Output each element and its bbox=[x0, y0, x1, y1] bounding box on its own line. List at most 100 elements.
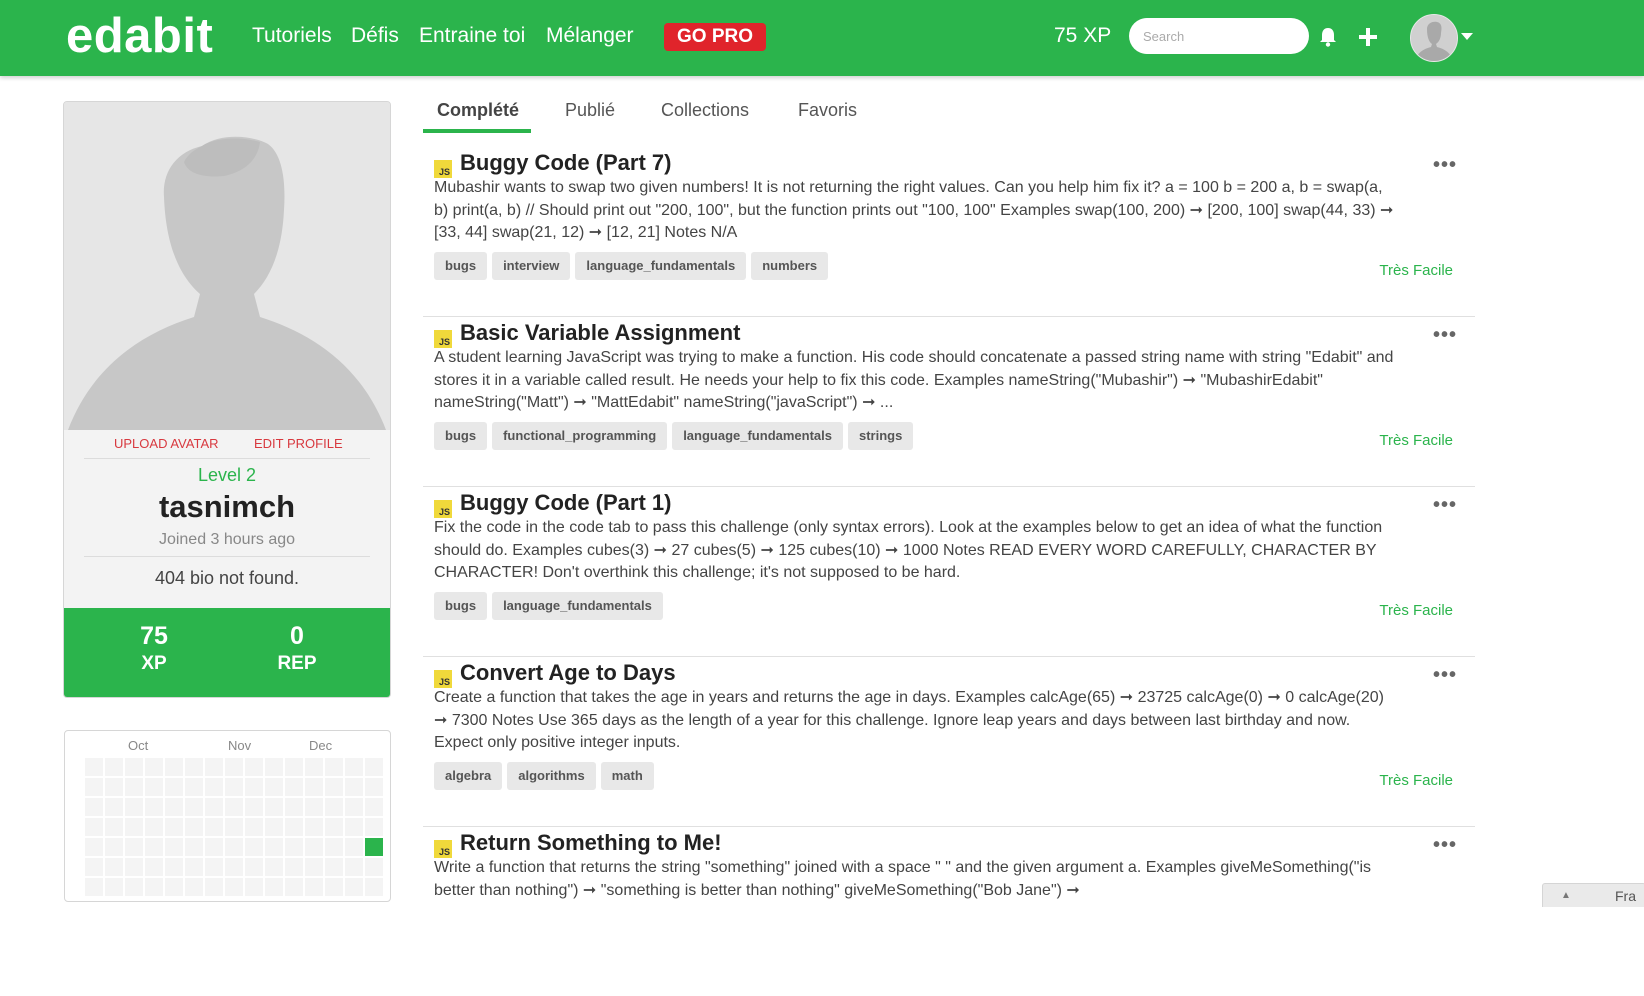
heatmap-cell bbox=[145, 858, 163, 876]
more-options-icon[interactable]: ••• bbox=[1433, 494, 1457, 517]
tag-list: algebra algorithms math bbox=[434, 762, 659, 790]
search-input[interactable] bbox=[1129, 18, 1309, 54]
heatmap-cell bbox=[185, 858, 203, 876]
more-options-icon[interactable]: ••• bbox=[1433, 834, 1457, 857]
tag[interactable]: algebra bbox=[434, 762, 503, 790]
heatmap-cell bbox=[265, 758, 283, 776]
difficulty-label: Très Facile bbox=[1379, 602, 1453, 619]
tag[interactable]: math bbox=[600, 762, 654, 790]
heatmap-cell bbox=[245, 838, 263, 856]
challenge-title[interactable]: Basic Variable Assignment bbox=[460, 320, 740, 346]
nav-link-melanger[interactable]: Mélanger bbox=[546, 24, 634, 48]
language-label: Fra bbox=[1615, 888, 1636, 904]
challenge-item[interactable]: JS Basic Variable Assignment ••• A student … bbox=[423, 318, 1475, 487]
heatmap-cell bbox=[145, 878, 163, 896]
heatmap-cell bbox=[225, 798, 243, 816]
heatmap-cell bbox=[325, 838, 343, 856]
bell-icon[interactable] bbox=[1315, 24, 1341, 50]
heatmap-cell bbox=[105, 758, 123, 776]
heatmap-cell bbox=[125, 878, 143, 896]
edit-profile-link[interactable]: EDIT PROFILE bbox=[254, 436, 343, 451]
navbar: edabit Tutoriels Défis Entraine toi Méla… bbox=[0, 0, 1644, 76]
heatmap-cell bbox=[325, 758, 343, 776]
heatmap-cell bbox=[165, 798, 183, 816]
challenge-description: Create a function that takes the age in … bbox=[434, 689, 1385, 751]
difficulty-label: Très Facile bbox=[1379, 432, 1453, 449]
heatmap-cell bbox=[85, 838, 103, 856]
heatmap-cell bbox=[105, 878, 123, 896]
go-pro-button[interactable]: GO PRO bbox=[664, 23, 766, 51]
tab-complete[interactable]: Complété bbox=[437, 100, 519, 121]
heatmap-cell bbox=[225, 858, 243, 876]
heatmap-cell bbox=[205, 858, 223, 876]
chevron-down-icon[interactable] bbox=[1461, 33, 1473, 40]
tag[interactable]: bugs bbox=[434, 252, 488, 280]
nav-link-tutoriels[interactable]: Tutoriels bbox=[252, 24, 332, 48]
heatmap-cell bbox=[345, 878, 363, 896]
nav-link-entraine-toi[interactable]: Entraine toi bbox=[419, 24, 525, 48]
tag[interactable]: language_fundamentals bbox=[492, 592, 663, 620]
heatmap-cell bbox=[125, 798, 143, 816]
challenge-item[interactable]: JS Convert Age to Days ••• Create a functio… bbox=[423, 658, 1475, 827]
javascript-icon: JS bbox=[434, 330, 452, 348]
heatmap-cell bbox=[165, 758, 183, 776]
more-options-icon[interactable]: ••• bbox=[1433, 154, 1457, 177]
language-button[interactable]: ▲ Fra bbox=[1542, 883, 1644, 907]
nav-link-defis[interactable]: Défis bbox=[351, 24, 399, 48]
heatmap-cell bbox=[185, 838, 203, 856]
heatmap-cell bbox=[325, 798, 343, 816]
tag[interactable]: numbers bbox=[751, 252, 829, 280]
xp-label: XP bbox=[141, 653, 167, 674]
tag[interactable]: interview bbox=[492, 252, 571, 280]
javascript-icon: JS bbox=[434, 840, 452, 858]
user-avatar[interactable] bbox=[1410, 14, 1458, 62]
tag[interactable]: algorithms bbox=[507, 762, 596, 790]
tag[interactable]: language_fundamentals bbox=[575, 252, 747, 280]
plus-icon[interactable] bbox=[1355, 24, 1381, 50]
tag[interactable]: strings bbox=[848, 422, 914, 450]
logo[interactable]: edabit bbox=[66, 8, 213, 64]
heatmap-cell bbox=[205, 778, 223, 796]
heatmap-cell bbox=[365, 758, 383, 776]
challenge-item[interactable]: JS Return Something to Me! ••• Write a func… bbox=[423, 828, 1475, 996]
heatmap-cell bbox=[265, 818, 283, 836]
challenge-item[interactable]: JS Buggy Code (Part 7) ••• Mubashir wants t… bbox=[423, 148, 1475, 317]
heatmap-cell bbox=[105, 818, 123, 836]
challenge-item[interactable]: JS Buggy Code (Part 1) ••• Fix the code in … bbox=[423, 488, 1475, 657]
heatmap-cell bbox=[105, 858, 123, 876]
javascript-icon: JS bbox=[434, 670, 452, 688]
heatmap-cell bbox=[325, 778, 343, 796]
tab-collections[interactable]: Collections bbox=[661, 100, 749, 121]
xp-value: 75 bbox=[140, 622, 168, 650]
tab-favoris[interactable]: Favoris bbox=[798, 100, 857, 121]
challenge-title[interactable]: Buggy Code (Part 7) bbox=[460, 150, 671, 176]
tag[interactable]: language_fundamentals bbox=[672, 422, 843, 450]
heatmap-cell bbox=[345, 758, 363, 776]
upload-avatar-link[interactable]: UPLOAD AVATAR bbox=[114, 436, 219, 451]
heatmap-cell bbox=[325, 878, 343, 896]
tag[interactable]: bugs bbox=[434, 592, 488, 620]
challenge-title[interactable]: Buggy Code (Part 1) bbox=[460, 490, 671, 516]
more-options-icon[interactable]: ••• bbox=[1433, 664, 1457, 687]
month-label: Oct bbox=[128, 738, 149, 753]
heatmap-cell bbox=[225, 778, 243, 796]
heatmap-cell bbox=[245, 778, 263, 796]
tag[interactable]: functional_programming bbox=[492, 422, 668, 450]
rep-stat: 0 REP bbox=[237, 622, 357, 675]
tag[interactable]: bugs bbox=[434, 422, 488, 450]
heatmap-cell bbox=[245, 818, 263, 836]
tab-publie[interactable]: Publié bbox=[565, 100, 615, 121]
challenge-title[interactable]: Return Something to Me! bbox=[460, 830, 722, 856]
heatmap-cell bbox=[225, 758, 243, 776]
heatmap-cell bbox=[145, 818, 163, 836]
bio-text: 404 bio not found. bbox=[154, 568, 300, 588]
heatmap-cell bbox=[185, 818, 203, 836]
heatmap-cell bbox=[225, 818, 243, 836]
xp-stat: 75 XP bbox=[94, 622, 214, 675]
activity-heatmap: Oct Nov Dec bbox=[64, 730, 391, 902]
challenge-title[interactable]: Convert Age to Days bbox=[460, 660, 676, 686]
challenge-description: Mubashir wants to swap two given numbers… bbox=[434, 179, 1394, 241]
heatmap-cell bbox=[185, 798, 203, 816]
heatmap-cell bbox=[345, 858, 363, 876]
more-options-icon[interactable]: ••• bbox=[1433, 324, 1457, 347]
